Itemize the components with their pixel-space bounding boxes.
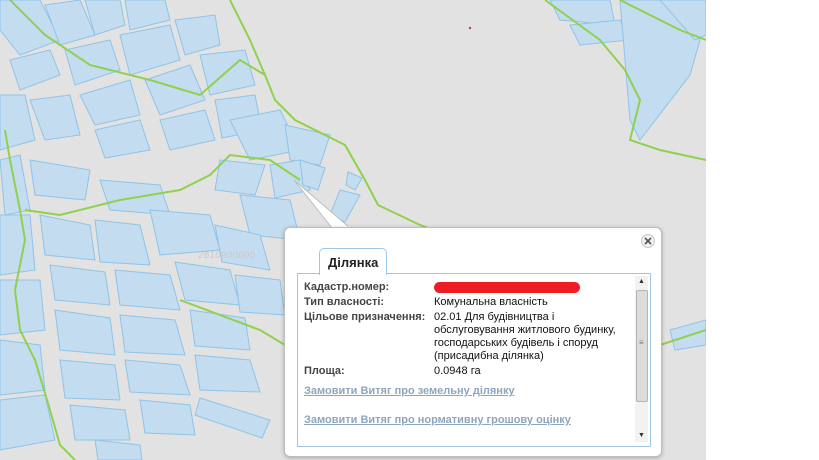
land-parcel[interactable]: [94, 219, 151, 266]
close-icon[interactable]: [641, 234, 655, 248]
land-parcel[interactable]: [0, 94, 36, 151]
parcel-details-panel: Кадастр.номер: Тип власності: Комунальна…: [297, 273, 651, 447]
land-parcel[interactable]: [0, 394, 56, 451]
map-watermark: 2610900000: [198, 251, 256, 261]
land-parcel[interactable]: [174, 14, 221, 56]
field-label: Цільове призначення:: [304, 311, 426, 323]
land-parcel[interactable]: [29, 159, 91, 201]
land-parcel[interactable]: [39, 214, 96, 261]
land-parcel[interactable]: [79, 79, 141, 126]
land-parcel[interactable]: [194, 397, 271, 439]
field-intended-purpose: Цільове призначення: 02.01 Для будівницт…: [304, 311, 628, 363]
map-watermark: 2610900000: [200, 0, 258, 3]
vertical-scrollbar[interactable]: ▲ ≡ ▼: [635, 276, 648, 442]
field-ownership-type: Тип власності: Комунальна власність: [304, 296, 628, 309]
land-parcel[interactable]: [144, 64, 206, 116]
close-button[interactable]: [641, 234, 655, 248]
grip-icon: ≡: [639, 338, 644, 347]
land-parcel[interactable]: [114, 269, 181, 311]
field-value: 02.01 Для будівництва і обслуговування ж…: [434, 311, 616, 362]
land-parcel[interactable]: [174, 261, 241, 306]
land-parcel[interactable]: [64, 39, 121, 86]
map-watermark: 2610900000: [455, 0, 513, 3]
field-value: Комунальна власність: [434, 296, 548, 308]
field-value: 0.0948 га: [434, 365, 481, 377]
order-valuation-extract-link[interactable]: Замовити Витяг про нормативну грошову оц…: [304, 414, 571, 426]
field-label: Тип власності:: [304, 296, 385, 308]
land-parcel[interactable]: [94, 439, 143, 460]
land-parcel[interactable]: [214, 159, 266, 196]
land-parcel[interactable]: [0, 279, 46, 336]
field-area: Площа: 0.0948 га: [304, 365, 628, 378]
land-parcel[interactable]: [54, 309, 116, 356]
land-parcel[interactable]: [159, 109, 216, 151]
field-value: [434, 281, 628, 294]
scrollbar-thumb[interactable]: ≡: [636, 290, 648, 402]
parcel-info-popup: Ділянка Кадастр.номер: Тип власності: Ко…: [284, 227, 662, 457]
field-label: Площа:: [304, 365, 345, 377]
tab-parcel[interactable]: Ділянка: [319, 248, 388, 275]
land-parcel[interactable]: [119, 24, 181, 76]
scroll-up-arrow-icon[interactable]: ▲: [635, 276, 648, 288]
land-parcel[interactable]: [29, 94, 81, 141]
land-parcel[interactable]: [124, 0, 171, 31]
land-parcel[interactable]: [284, 124, 331, 166]
field-cadastral-number: Кадастр.номер:: [304, 281, 628, 294]
land-parcel[interactable]: [94, 119, 151, 159]
field-label: Кадастр.номер:: [304, 281, 390, 293]
land-parcel[interactable]: [9, 49, 61, 91]
land-parcel[interactable]: [119, 314, 186, 356]
land-parcel[interactable]: [149, 209, 221, 256]
land-parcel[interactable]: [59, 359, 121, 401]
land-parcel[interactable]: [0, 214, 36, 276]
land-parcel[interactable]: [139, 399, 196, 436]
land-parcel[interactable]: [194, 354, 261, 393]
order-land-plot-extract-link[interactable]: Замовити Витяг про земельну ділянку: [304, 385, 515, 397]
map-marker-dot: [468, 26, 472, 30]
land-parcel[interactable]: [69, 404, 131, 441]
redaction-mark: [434, 281, 580, 293]
land-parcel[interactable]: [124, 359, 191, 396]
parcel-attributes: Кадастр.номер: Тип власності: Комунальна…: [304, 281, 628, 380]
land-parcel[interactable]: [234, 274, 286, 316]
land-parcel[interactable]: [49, 264, 111, 306]
scroll-down-arrow-icon[interactable]: ▼: [635, 430, 648, 442]
popup-pointer: [293, 179, 352, 230]
